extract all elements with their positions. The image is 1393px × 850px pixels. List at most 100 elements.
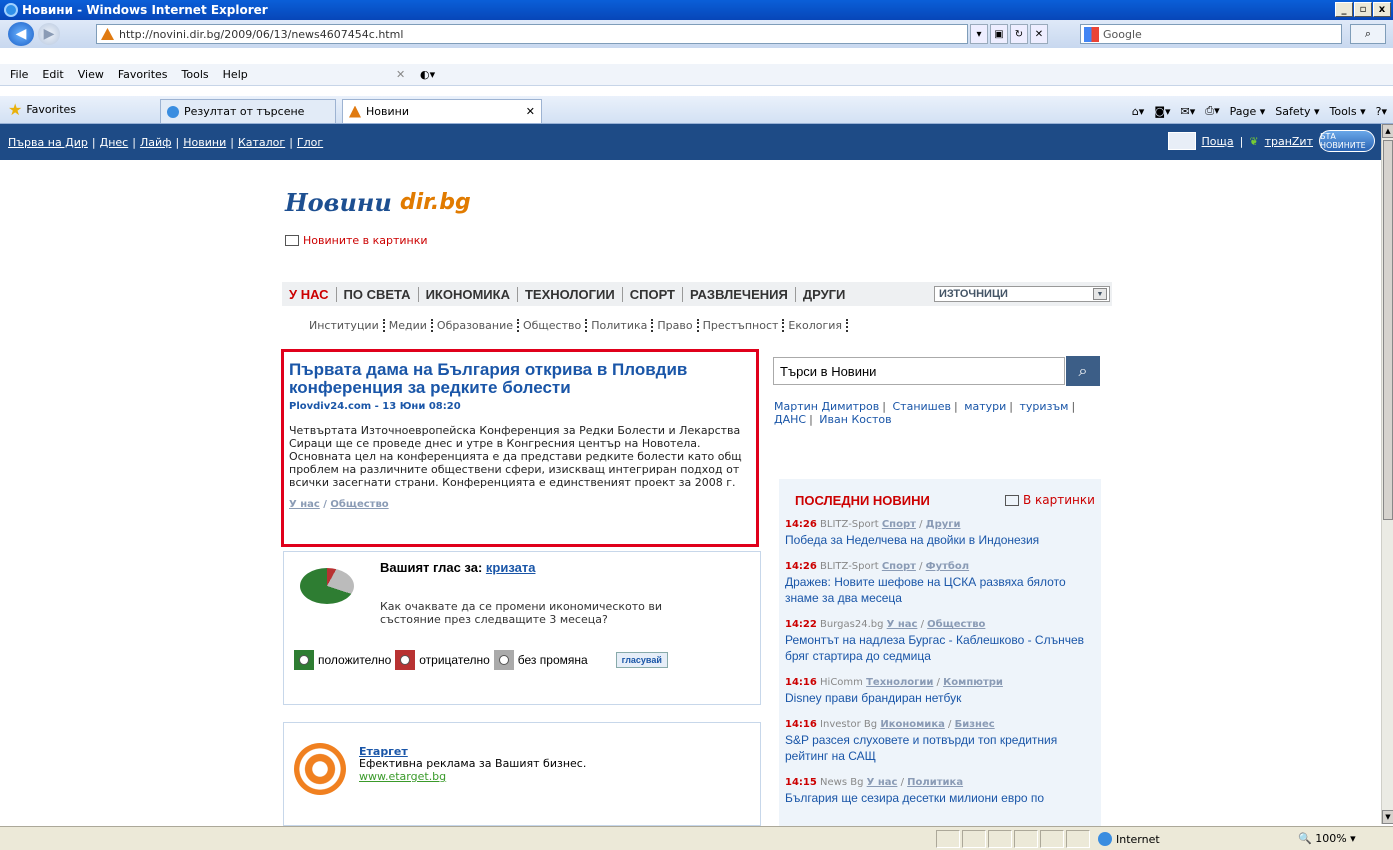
poll-topic-link[interactable]: кризата bbox=[486, 560, 536, 575]
safety-menu[interactable]: Safety ▾ bbox=[1275, 105, 1319, 118]
news-subcat[interactable]: Общество bbox=[927, 619, 985, 630]
article-title[interactable]: Първата дама на България открива в Пловд… bbox=[289, 361, 751, 397]
menu-favorites[interactable]: Favorites bbox=[118, 68, 168, 81]
subcat[interactable]: Институции bbox=[305, 319, 385, 332]
refresh-icon[interactable]: ↻ bbox=[1010, 24, 1028, 44]
news-headline[interactable]: S&P разсея слуховете и потвърди топ кред… bbox=[785, 732, 1095, 764]
hot-tag[interactable]: Станишев bbox=[892, 400, 951, 413]
topnav-parva[interactable]: Първа на Дир bbox=[8, 136, 88, 149]
zone-indicator[interactable]: Internet bbox=[1098, 832, 1160, 846]
close-tab-icon[interactable]: ✕ bbox=[526, 105, 535, 118]
vote-button[interactable]: гласувай bbox=[615, 652, 668, 668]
cat-ikonomika[interactable]: ИКОНОМИКА bbox=[419, 286, 518, 302]
maximize-button[interactable]: ▫ bbox=[1354, 2, 1372, 17]
news-headline[interactable]: Ремонтът на надлеза Бургас - Каблешково … bbox=[785, 632, 1095, 664]
hot-tag[interactable]: туризъм bbox=[1020, 400, 1069, 413]
menu-view[interactable]: View bbox=[78, 68, 104, 81]
forward-button[interactable]: ▶ bbox=[38, 23, 60, 45]
print-icon[interactable]: ⎙▾ bbox=[1205, 104, 1219, 118]
menu-tools[interactable]: Tools bbox=[182, 68, 209, 81]
menu-help[interactable]: Help bbox=[223, 68, 248, 81]
close-toolbar-icon[interactable]: ✕ bbox=[396, 68, 405, 81]
pics-link[interactable]: Новините в картинки bbox=[285, 234, 428, 247]
novini-logo[interactable]: Новини dir.bg bbox=[285, 188, 471, 217]
cat-u-nas[interactable]: У НАС bbox=[282, 286, 337, 302]
vertical-scrollbar[interactable]: ▲ ▼ bbox=[1381, 124, 1393, 824]
hot-tag[interactable]: Мартин Димитров bbox=[774, 400, 879, 413]
favorites-button[interactable]: ★ Favorites bbox=[8, 100, 76, 119]
news-cat[interactable]: Технологии bbox=[866, 677, 933, 688]
scroll-down-icon[interactable]: ▼ bbox=[1382, 810, 1393, 824]
ad-url[interactable]: www.etarget.bg bbox=[359, 770, 446, 783]
subcat[interactable]: Екология bbox=[784, 319, 849, 332]
home-icon[interactable]: ⌂▾ bbox=[1132, 105, 1145, 118]
cat-drugi[interactable]: ДРУГИ bbox=[796, 287, 853, 302]
news-subcat[interactable]: Компютри bbox=[943, 677, 1003, 688]
tag-u-nas[interactable]: У нас bbox=[289, 499, 320, 510]
news-cat[interactable]: Спорт bbox=[882, 519, 916, 530]
topnav-glog[interactable]: Глог bbox=[297, 136, 323, 149]
subcat[interactable]: Политика bbox=[587, 319, 654, 332]
radio-negative[interactable] bbox=[395, 650, 416, 670]
news-cat[interactable]: Спорт bbox=[882, 561, 916, 572]
topnav-dnes[interactable]: Днес bbox=[100, 136, 129, 149]
page-menu[interactable]: Page ▾ bbox=[1230, 105, 1266, 118]
zoom-control[interactable]: 🔍 100% ▾ bbox=[1298, 832, 1356, 845]
cat-sport[interactable]: СПОРТ bbox=[623, 286, 684, 302]
subcat[interactable]: Престъпност bbox=[699, 319, 785, 332]
news-headline[interactable]: Disney прави брандиран нетбук bbox=[785, 690, 1095, 706]
help-icon[interactable]: ?▾ bbox=[1376, 105, 1387, 118]
address-field[interactable]: http://novini.dir.bg/2009/06/13/news4607… bbox=[96, 24, 968, 44]
cat-razvlecheniya[interactable]: РАЗВЛЕЧЕНИЯ bbox=[683, 286, 796, 302]
scroll-up-icon[interactable]: ▲ bbox=[1382, 124, 1393, 138]
menu-file[interactable]: File bbox=[10, 68, 28, 81]
stop-icon[interactable]: ✕ bbox=[1030, 24, 1048, 44]
search-icon[interactable]: ⌕ bbox=[1066, 356, 1100, 386]
tag-obshtestvo[interactable]: Общество bbox=[330, 499, 388, 510]
news-cat[interactable]: У нас bbox=[887, 619, 918, 630]
search-box[interactable]: Google bbox=[1080, 24, 1342, 44]
minimize-button[interactable]: _ bbox=[1335, 2, 1353, 17]
cat-po-sveta[interactable]: ПО СВЕТА bbox=[337, 286, 419, 302]
news-subcat[interactable]: Бизнес bbox=[955, 719, 995, 730]
bta-badge[interactable]: БТА НОВИНИТЕ bbox=[1319, 130, 1375, 152]
radio-positive[interactable] bbox=[294, 650, 314, 670]
dropdown-arrow-icon[interactable]: ▾ bbox=[970, 24, 988, 44]
mail-icon[interactable]: ✉▾ bbox=[1181, 105, 1196, 118]
search-button[interactable]: ⌕ bbox=[1350, 24, 1386, 44]
news-subcat[interactable]: Политика bbox=[907, 777, 963, 788]
news-headline[interactable]: Дражев: Новите шефове на ЦСКА развяха бя… bbox=[785, 574, 1095, 606]
close-window-button[interactable]: x bbox=[1373, 2, 1391, 17]
sources-select[interactable]: ИЗТОЧНИЦИ ▼ bbox=[934, 286, 1110, 302]
back-button[interactable]: ◀ bbox=[8, 22, 34, 46]
scroll-thumb[interactable] bbox=[1383, 140, 1393, 520]
tab-novini[interactable]: Новини ✕ bbox=[342, 99, 542, 123]
topnav-katalog[interactable]: Каталог bbox=[238, 136, 285, 149]
news-cat[interactable]: Икономика bbox=[880, 719, 945, 730]
translate-icon[interactable]: ◐▾ bbox=[420, 68, 435, 81]
hot-tag[interactable]: ДАНС bbox=[774, 413, 806, 426]
menu-edit[interactable]: Edit bbox=[42, 68, 63, 81]
mail-link[interactable]: Поща bbox=[1202, 135, 1234, 148]
subcat[interactable]: Образование bbox=[433, 319, 519, 332]
news-headline[interactable]: България ще сезира десетки милиони евро … bbox=[785, 790, 1095, 806]
latest-pics-link[interactable]: В картинки bbox=[1005, 493, 1095, 507]
topnav-life[interactable]: Лайф bbox=[140, 136, 172, 149]
subcat[interactable]: Медии bbox=[385, 319, 433, 332]
tab-search-results[interactable]: Резултат от търсене bbox=[160, 99, 336, 123]
news-cat[interactable]: У нас bbox=[867, 777, 898, 788]
cat-tehnologii[interactable]: ТЕХНОЛОГИИ bbox=[518, 286, 623, 302]
hot-tag[interactable]: Иван Костов bbox=[819, 413, 891, 426]
feeds-icon[interactable]: ◙▾ bbox=[1154, 105, 1170, 118]
compat-view-icon[interactable]: ▣ bbox=[990, 24, 1008, 44]
tools-menu[interactable]: Tools ▾ bbox=[1330, 105, 1366, 118]
radio-nochange[interactable] bbox=[493, 650, 514, 670]
news-subcat[interactable]: Футбол bbox=[926, 561, 969, 572]
hot-tag[interactable]: матури bbox=[964, 400, 1006, 413]
news-headline[interactable]: Победа за Неделчева на двойки в Индонези… bbox=[785, 532, 1095, 548]
tranzit-link[interactable]: транZит bbox=[1265, 135, 1313, 148]
news-search-input[interactable]: Търси в Новини bbox=[773, 357, 1065, 385]
news-subcat[interactable]: Други bbox=[926, 519, 961, 530]
subcat[interactable]: Право bbox=[653, 319, 699, 332]
topnav-novini[interactable]: Новини bbox=[183, 136, 226, 149]
